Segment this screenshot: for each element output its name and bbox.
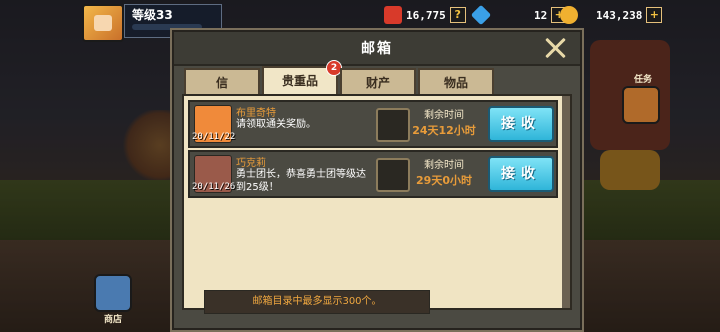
player-avatar[interactable] [82,4,124,42]
mail-row: 20/11/26 巧克莉 勇士团长，恭喜勇士团等级达到25级！ 剩余时间 29天… [188,150,558,198]
time-remaining-label: 剩余时间 [424,160,464,171]
mail-list-panel: 20/11/22 布里奇特 请领取通关奖励。 剩余时间 24天12小时 接收 2… [182,94,572,310]
tab-valuables-label: 贵重品 [281,74,318,88]
gift-icon [376,108,410,142]
red-star-value: 16,775 [406,8,446,22]
mail-row: 20/11/22 布里奇特 请领取通关奖励。 剩余时间 24天12小时 接收 [188,100,558,148]
help-icon[interactable]: ? [449,7,466,23]
resource-red-star: 16,775 ? [384,4,466,26]
tab-items[interactable]: 物品 [418,68,494,96]
mail-sender: 巧克莉 [236,158,266,169]
mailbox-limit-note: 邮箱目录中最多显示300个。 [204,290,430,314]
receive-button[interactable]: 接收 [488,156,554,192]
gift-icon [376,158,410,192]
mail-dialog: 邮箱 信 贵重品 2 财产 物品 20/11/22 布里奇特 请领取通关奖励。 … [172,30,582,330]
player-level: 等级33 [132,8,173,22]
tab-letters[interactable]: 信 [184,68,260,96]
quest-label: 任务 [634,75,653,85]
tab-assets[interactable]: 财产 [340,68,416,96]
mail-date: 20/11/26 [192,182,236,192]
mail-sender: 布里奇特 [236,108,276,119]
add-gold-button[interactable]: + [646,7,663,23]
close-icon[interactable] [544,36,566,58]
gem-value: 12 [534,8,548,22]
time-remaining-value: 29天0小时 [416,174,472,187]
blue-gem-icon [470,4,492,26]
mail-body: 勇士团长，恭喜勇士团等级达到25级！ [236,169,366,193]
quest-icon[interactable] [622,86,660,124]
time-remaining-label: 剩余时间 [424,110,464,121]
time-remaining-value: 24天12小时 [412,124,476,137]
mail-date: 20/11/22 [192,132,236,142]
resource-gem: 12 + [470,4,568,26]
scrollbar[interactable] [562,96,570,308]
dialog-title: 邮箱 [361,41,393,57]
shop-label: 商店 [104,315,123,325]
mail-body: 请领取通关奖励。 [236,119,316,130]
receive-button[interactable]: 接收 [488,106,554,142]
red-star-icon [384,6,402,24]
gold-coin-icon [560,6,578,24]
resource-gold: 143,238 + [560,4,663,26]
dialog-header: 邮箱 [174,32,580,66]
gold-value: 143,238 [596,8,643,22]
shop-icon[interactable] [94,274,132,312]
